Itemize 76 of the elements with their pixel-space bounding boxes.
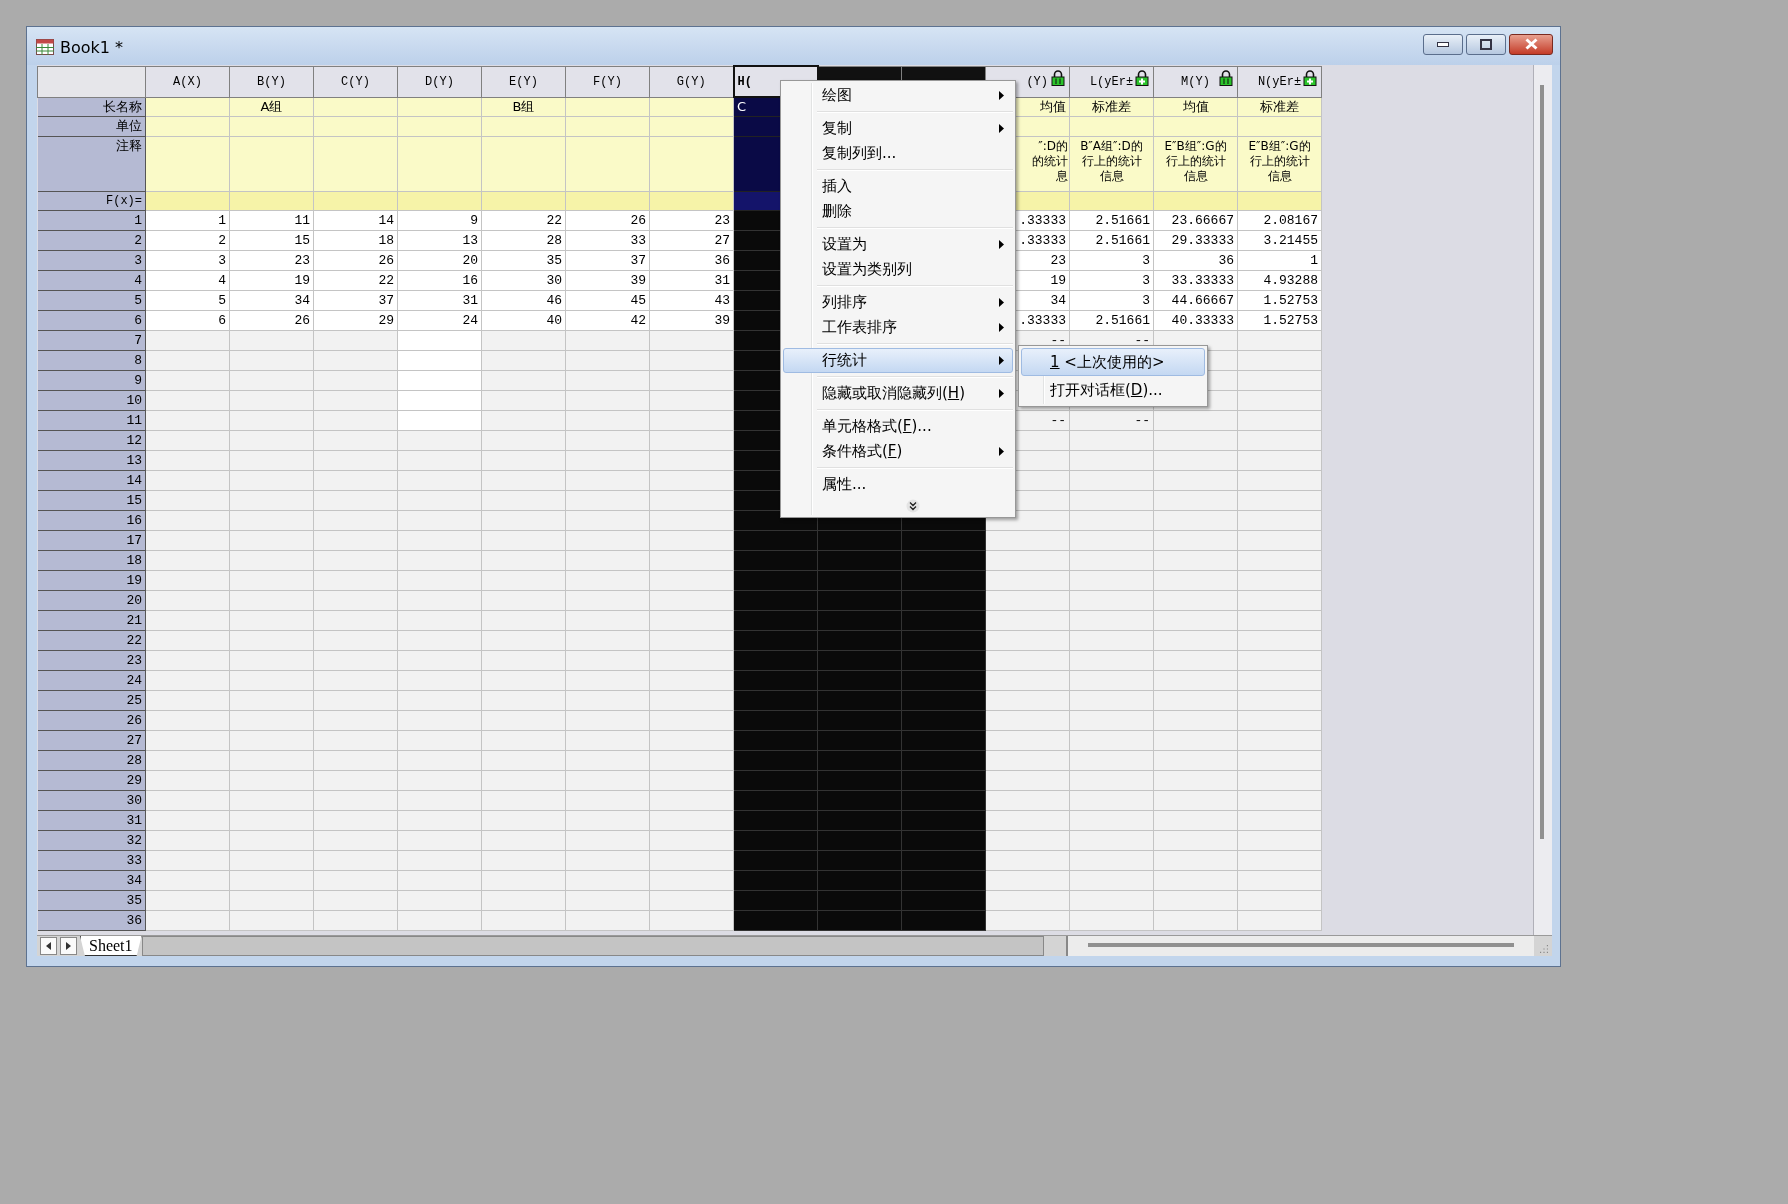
row-header[interactable]: 24 <box>37 670 146 690</box>
row-header[interactable]: 28 <box>37 750 146 770</box>
column-header[interactable]: L(yEr± <box>1069 66 1154 97</box>
row-header[interactable]: 32 <box>37 830 146 850</box>
row-header[interactable]: 29 <box>37 770 146 790</box>
menu-item[interactable]: 打开对话框(D)... <box>1021 376 1205 404</box>
next-sheet-button[interactable] <box>60 937 77 955</box>
row-header[interactable]: 单位 <box>37 116 146 136</box>
menu-item[interactable]: 行统计 <box>783 348 1013 373</box>
column-header[interactable]: B(Y) <box>229 66 314 97</box>
resize-grip-icon <box>1540 945 1548 953</box>
column-header[interactable]: C(Y) <box>313 66 398 97</box>
column-header[interactable]: D(Y) <box>397 66 482 97</box>
row-header[interactable]: 2 <box>37 230 146 250</box>
row-header[interactable]: 11 <box>37 410 146 430</box>
menu-item[interactable]: 条件格式(F) <box>783 439 1013 464</box>
row-header[interactable]: 1 <box>37 210 146 230</box>
column-header[interactable]: E(Y) <box>481 66 566 97</box>
maximize-icon <box>1480 38 1492 50</box>
left-arrow-icon <box>46 942 51 950</box>
column-header[interactable]: G(Y) <box>649 66 734 97</box>
row-header[interactable]: 31 <box>37 810 146 830</box>
minimize-button[interactable] <box>1423 33 1463 55</box>
close-icon <box>1524 38 1538 50</box>
row-header[interactable]: 20 <box>37 590 146 610</box>
row-header[interactable]: 3 <box>37 250 146 270</box>
row-header[interactable]: 26 <box>37 710 146 730</box>
row-header[interactable]: 21 <box>37 610 146 630</box>
row-header[interactable]: 33 <box>37 850 146 870</box>
corner-cell[interactable] <box>37 66 146 97</box>
minimize-icon <box>1437 41 1449 47</box>
window-title: Book1 * <box>60 37 124 57</box>
row-header[interactable]: 15 <box>37 490 146 510</box>
column-header[interactable]: F(Y) <box>565 66 650 97</box>
maximize-button[interactable] <box>1466 33 1506 55</box>
table-cell: B″A组″:D的 行上的统计 信息 <box>1069 136 1154 191</box>
row-header[interactable]: 10 <box>37 390 146 410</box>
row-header[interactable]: 25 <box>37 690 146 710</box>
menu-item[interactable]: 1 <上次使用的> <box>1021 348 1205 376</box>
menu-item[interactable]: 属性... <box>783 472 1013 497</box>
column-header[interactable]: N(yEr± <box>1237 66 1322 97</box>
row-header[interactable]: 34 <box>37 870 146 890</box>
menu-item[interactable]: 隐藏或取消隐藏列(H) <box>783 381 1013 406</box>
table-cell: E″B组″:G的 行上的统计 信息 <box>1153 136 1238 191</box>
row-header[interactable]: 18 <box>37 550 146 570</box>
horizontal-scrollbar[interactable] <box>1065 936 1534 956</box>
row-header[interactable]: 8 <box>37 350 146 370</box>
row-header[interactable]: 5 <box>37 290 146 310</box>
row-header[interactable]: 7 <box>37 330 146 350</box>
row-header[interactable]: 4 <box>37 270 146 290</box>
right-arrow-icon <box>66 942 71 950</box>
column-header[interactable]: M(Y) <box>1153 66 1238 97</box>
previous-sheet-button[interactable] <box>40 937 57 955</box>
row-header[interactable]: 注释 <box>37 136 146 191</box>
row-header[interactable]: 13 <box>37 450 146 470</box>
row-header[interactable]: 12 <box>37 430 146 450</box>
row-header[interactable]: 30 <box>37 790 146 810</box>
row-header[interactable]: 14 <box>37 470 146 490</box>
row-header[interactable]: F(x)= <box>37 191 146 210</box>
row-header[interactable]: 35 <box>37 890 146 910</box>
sheet-tab[interactable]: Sheet1 <box>80 936 142 956</box>
spreadsheet-icon <box>36 39 54 55</box>
row-header[interactable]: 9 <box>37 370 146 390</box>
row-header[interactable]: 22 <box>37 630 146 650</box>
table-cell: E″B组″:G的 行上的统计 信息 <box>1237 136 1322 191</box>
row-header[interactable]: 36 <box>37 910 146 930</box>
row-header[interactable]: 16 <box>37 510 146 530</box>
row-header[interactable]: 27 <box>37 730 146 750</box>
vertical-scrollbar[interactable] <box>1533 65 1552 935</box>
close-button[interactable] <box>1509 33 1553 55</box>
row-header[interactable]: 17 <box>37 530 146 550</box>
row-header[interactable]: 6 <box>37 310 146 330</box>
row-header[interactable]: 23 <box>37 650 146 670</box>
row-header[interactable]: 19 <box>37 570 146 590</box>
expand-icon[interactable] <box>906 499 920 513</box>
column-header[interactable]: A(X) <box>145 66 230 97</box>
